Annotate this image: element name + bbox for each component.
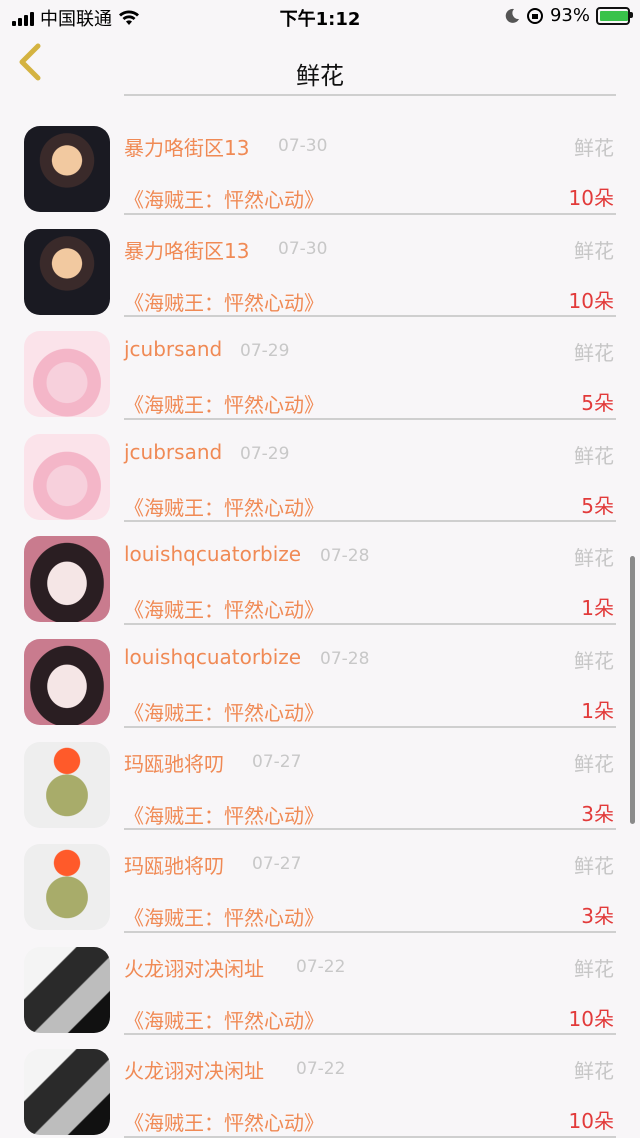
book-title[interactable]: 《海贼王：怦然心动》 [124,184,324,213]
scroll-indicator[interactable] [630,556,635,824]
moon-icon [505,8,519,23]
gift-type: 鲜花 [574,546,614,571]
book-title[interactable]: 《海贼王：怦然心动》 [124,287,324,316]
avatar[interactable] [24,536,110,623]
flower-count: 10朵 [568,186,614,210]
flower-count: 3朵 [581,904,614,929]
book-title[interactable]: 《海贼王：怦然心动》 [124,1005,324,1034]
gift-type: 鲜花 [574,751,614,776]
book-title[interactable]: 《海贼王：怦然心动》 [124,389,324,418]
sender-name: 火龙诩对决闲址 [124,1059,264,1084]
sender-name: louishqcuatorbize [124,644,302,669]
sender-name: 玛瓯驰将叨 [124,854,224,879]
gift-date: 07-30 [278,136,328,156]
gift-date: 07-28 [320,546,370,567]
book-title[interactable]: 《海贼王：怦然心动》 [124,902,324,931]
nav-bar: 鲜花 [0,32,640,94]
avatar[interactable] [24,946,110,1033]
gift-date: 07-29 [240,341,290,362]
sender-name: louishqcuatorbize [124,542,302,567]
list-item-partial [0,94,640,110]
flower-count: 10朵 [568,1006,614,1031]
gift-type: 鲜花 [574,238,614,263]
gift-date: 07-27 [252,854,302,875]
gift-date: 07-28 [320,648,370,669]
orientation-lock-icon [526,7,543,24]
list-item[interactable]: jcubrsand 07-29 鲜花 《海贼王：怦然心动》 5朵 [0,315,640,420]
flower-gift-list[interactable]: 暴力咯街区13 07-30 鲜花 《海贼王：怦然心动》 10朵 暴力咯街区13 … [0,94,640,1138]
gift-type: 鲜花 [574,136,614,160]
gift-date: 07-29 [240,443,290,464]
list-item[interactable]: jcubrsand 07-29 鲜花 《海贼王：怦然心动》 5朵 [0,418,640,523]
battery-percent: 93% [549,5,590,26]
book-title[interactable]: 《海贼王：怦然心动》 [124,594,324,623]
book-title[interactable]: 《海贼王：怦然心动》 [124,492,324,521]
sender-name: 暴力咯街区13 [124,238,250,263]
avatar[interactable] [24,1049,110,1136]
sender-name: 火龙诩对决闲址 [124,956,264,981]
list-item[interactable]: louishqcuatorbize 07-28 鲜花 《海贼王：怦然心动》 1朵 [0,520,640,625]
gift-date: 07-30 [278,238,328,259]
gift-type: 鲜花 [574,341,614,366]
book-title[interactable]: 《海贼王：怦然心动》 [124,697,324,726]
list-item[interactable]: 玛瓯驰将叨 07-27 鲜花 《海贼王：怦然心动》 3朵 [0,726,640,831]
list-item[interactable]: 火龙诩对决闲址 07-22 鲜花 《海贼王：怦然心动》 10朵 [0,931,640,1036]
list-item[interactable]: 暴力咯街区13 07-30 鲜花 《海贼王：怦然心动》 10朵 [0,213,640,318]
gift-type: 鲜花 [574,956,614,981]
status-bar: 中国联通 下午1:12 93% [0,0,640,32]
gift-type: 鲜花 [574,648,614,673]
list-item[interactable]: 火龙诩对决闲址 07-22 鲜花 《海贼王：怦然心动》 10朵 [0,1033,640,1138]
book-title[interactable]: 《海贼王：怦然心动》 [124,1107,324,1136]
divider [124,94,616,96]
avatar[interactable] [24,638,110,725]
page-title: 鲜花 [296,62,344,90]
avatar[interactable] [24,126,110,212]
avatar[interactable] [24,433,110,520]
list-item[interactable]: 暴力咯街区13 07-30 鲜花 《海贼王：怦然心动》 10朵 [0,110,640,215]
flower-count: 1朵 [581,596,614,621]
status-right: 93% [504,5,633,26]
gift-date: 07-27 [252,751,302,772]
sender-name: jcubrsand [124,337,223,362]
avatar[interactable] [24,741,110,828]
flower-count: 3朵 [581,801,614,826]
flower-count: 10朵 [568,288,614,313]
flower-count: 5朵 [581,493,614,518]
flower-count: 10朵 [568,1109,614,1134]
gift-date: 07-22 [296,956,346,977]
sender-name: 玛瓯驰将叨 [124,751,224,776]
gift-type: 鲜花 [574,854,614,879]
avatar[interactable] [24,844,110,931]
avatar[interactable] [24,331,110,418]
list-item[interactable]: louishqcuatorbize 07-28 鲜花 《海贼王：怦然心动》 1朵 [0,623,640,728]
flower-count: 1朵 [581,698,614,723]
gift-date: 07-22 [296,1059,346,1080]
sender-name: 暴力咯街区13 [124,136,250,160]
gift-type: 鲜花 [574,443,614,468]
avatar[interactable] [24,228,110,315]
book-title[interactable]: 《海贼王：怦然心动》 [124,800,324,829]
gift-type: 鲜花 [574,1059,614,1084]
list-item[interactable]: 玛瓯驰将叨 07-27 鲜花 《海贼王：怦然心动》 3朵 [0,828,640,933]
sender-name: jcubrsand [124,439,223,464]
battery-icon [596,6,633,25]
flower-count: 5朵 [581,391,614,416]
